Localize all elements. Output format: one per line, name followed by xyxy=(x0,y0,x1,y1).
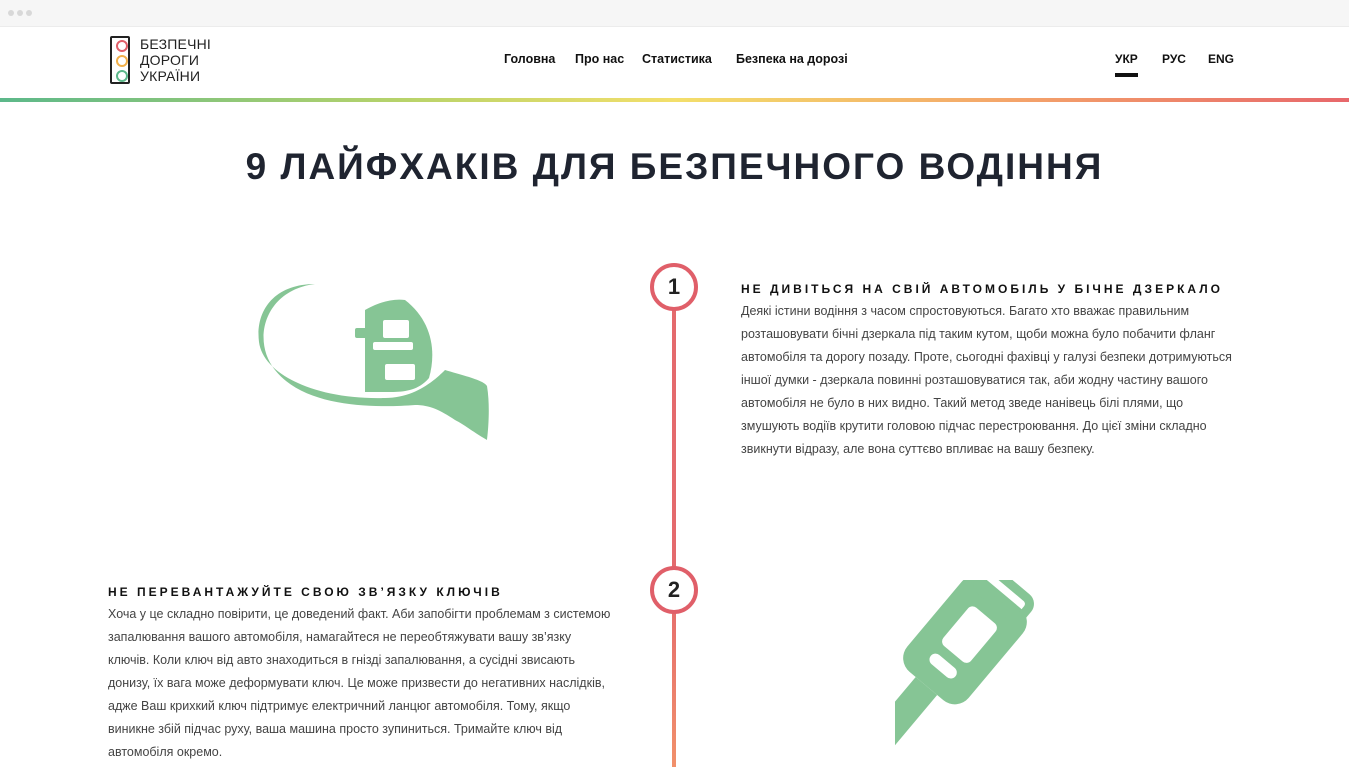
nav-item-road-safety[interactable]: Безпека на дорозі xyxy=(736,52,848,66)
lang-rus[interactable]: РУС xyxy=(1162,52,1186,66)
header-gradient-divider xyxy=(0,98,1349,102)
lang-eng[interactable]: ENG xyxy=(1208,52,1234,66)
logo-line-1: БЕЗПЕЧНІ xyxy=(140,36,212,52)
tip-1-title: Не дивіться на свій автомобіль у бічне д… xyxy=(741,282,1223,296)
logo-line-3: УКРАЇНИ xyxy=(140,68,201,84)
timeline-line xyxy=(672,307,676,767)
browser-chrome xyxy=(0,0,1349,27)
site-logo[interactable]: БЕЗПЕЧНІ ДОРОГИ УКРАЇНИ xyxy=(110,36,230,88)
window-dot-icon xyxy=(8,10,14,16)
tip-2-title: Не перевантажуйте свою зв’язку ключів xyxy=(108,585,503,599)
site-header: БЕЗПЕЧНІ ДОРОГИ УКРАЇНИ Головна Про нас … xyxy=(0,26,1349,98)
green-lamp-icon xyxy=(116,70,128,82)
page-title: 9 ЛАЙФХАКІВ ДЛЯ БЕЗПЕЧНОГО ВОДІННЯ xyxy=(245,146,1104,187)
tip-1-body: Деякі істини водіння з часом спростовуют… xyxy=(741,304,1232,456)
traffic-light-icon xyxy=(110,36,130,84)
side-mirror-car-icon xyxy=(255,280,495,445)
window-dot-icon xyxy=(26,10,32,16)
lang-ukr[interactable]: УКР xyxy=(1115,52,1138,66)
tip-number-1: 1 xyxy=(650,263,698,311)
window-dot-icon xyxy=(17,10,23,16)
yellow-lamp-icon xyxy=(116,55,128,67)
nav-item-home[interactable]: Головна xyxy=(504,52,555,66)
car-key-icon xyxy=(864,565,1065,758)
active-language-indicator xyxy=(1115,73,1138,77)
nav-item-about[interactable]: Про нас xyxy=(575,52,624,66)
tip-2-body: Хоча у це складно повірити, це доведений… xyxy=(108,607,611,759)
red-lamp-icon xyxy=(116,40,128,52)
tip-number-2: 2 xyxy=(650,566,698,614)
nav-item-statistics[interactable]: Статистика xyxy=(642,52,712,66)
logo-line-2: ДОРОГИ xyxy=(140,52,200,68)
